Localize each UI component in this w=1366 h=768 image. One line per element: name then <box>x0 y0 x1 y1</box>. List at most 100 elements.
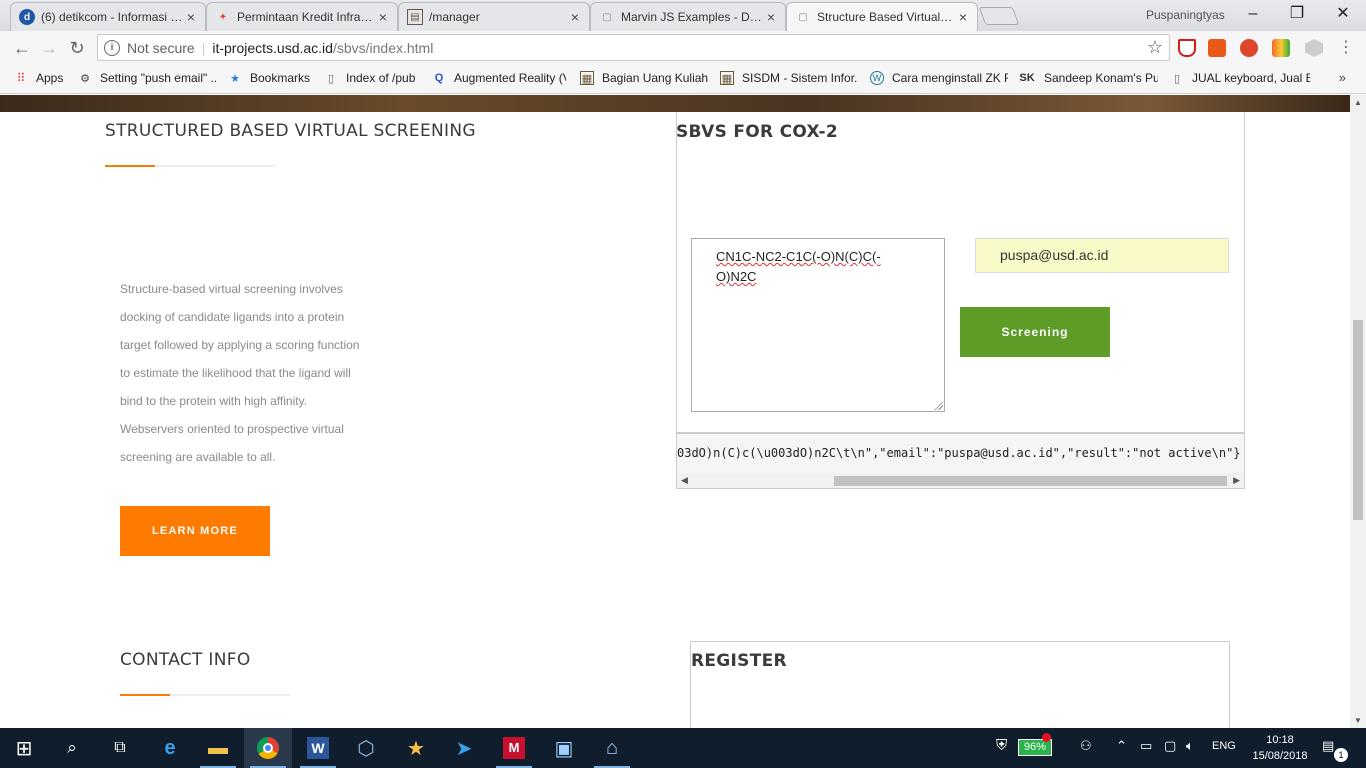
adblock-shield-icon[interactable] <box>1178 39 1196 57</box>
star-app-icon[interactable]: ★ <box>392 728 440 768</box>
tab-title: (6) detikcom - Informasi Berita Terkini <box>41 10 183 24</box>
scrollbar-thumb[interactable] <box>834 476 1227 486</box>
result-output-box: 03dO)n(C)c(\u003dO)n2C\t\n","email":"pus… <box>676 433 1245 489</box>
close-tab-icon[interactable]: × <box>567 9 583 25</box>
edge-icon[interactable]: e <box>146 728 194 768</box>
title-underline-accent <box>105 165 155 167</box>
people-extension-icon[interactable] <box>1240 39 1258 57</box>
url-path: /sbvs/index.html <box>332 39 434 56</box>
bookmark-label: Apps <box>36 71 64 85</box>
sbvs-description: Structure-based virtual screening involv… <box>120 282 360 464</box>
action-center-icon[interactable]: ▤ <box>1322 738 1334 754</box>
sbvs-section-title: STRUCTURED BASED VIRTUAL SCREENING <box>105 121 476 141</box>
show-hidden-icons-chevron-icon[interactable]: ⌃ <box>1116 738 1127 754</box>
v-extension-icon[interactable] <box>1272 39 1290 57</box>
scroll-up-icon[interactable]: ▲ <box>1354 98 1362 107</box>
back-arrow-icon[interactable]: ← <box>10 36 34 60</box>
notification-count-badge: 1 <box>1334 748 1348 762</box>
close-tab-icon[interactable]: × <box>183 9 199 25</box>
windows-start-icon[interactable]: ⊞ <box>0 728 48 768</box>
tab-marvin-js[interactable]: ▢ Marvin JS Examples - Demo × <box>590 2 786 31</box>
reload-icon[interactable]: ↻ <box>65 36 89 60</box>
bookmark-bookmarks[interactable]: ★ Bookmarks <box>228 71 316 85</box>
result-horizontal-scrollbar[interactable]: ◀ ▶ <box>677 473 1244 488</box>
page-viewport: STRUCTURED BASED VIRTUAL SCREENING Struc… <box>0 95 1350 728</box>
scrollbar-thumb[interactable] <box>1353 320 1363 520</box>
windows-taskbar: ⊞ ⌕ ⧉ e ▬ W ⬡ ★ ➤ M ▣ ⌂ ⛨ 96% ⚇ ⌃ ▭ ▢ 🔈︎… <box>0 728 1366 768</box>
image-favicon-icon: ▤ <box>407 9 423 25</box>
office-extension-icon[interactable] <box>1208 39 1226 57</box>
task-view-icon[interactable]: ⧉ <box>96 728 144 768</box>
forward-arrow-icon[interactable]: → <box>37 36 61 60</box>
bookmark-sandeep-konam[interactable]: SK Sandeep Konam's Pu... <box>1018 71 1158 85</box>
volume-icon[interactable]: 🔈︎ <box>1186 738 1194 754</box>
tab-title: /manager <box>429 10 480 24</box>
email-input[interactable]: puspa@usd.ac.id <box>975 238 1229 273</box>
bookmark-apps[interactable]: ⠿ Apps <box>14 71 74 85</box>
learn-more-button[interactable]: LEARN MORE <box>120 506 270 556</box>
mendeley-icon[interactable]: M <box>490 728 538 768</box>
scroll-right-icon[interactable]: ▶ <box>1233 475 1240 486</box>
tab-title: Marvin JS Examples - Demo <box>621 10 763 24</box>
apps-grid-icon: ⠿ <box>16 71 26 85</box>
scroll-down-icon[interactable]: ▼ <box>1354 716 1362 725</box>
url-host: it-projects.usd.ac.id <box>212 39 333 56</box>
address-bar[interactable]: i Not secure | it-projects.usd.ac.id /sb… <box>97 34 1170 61</box>
resize-handle-icon[interactable] <box>934 401 943 410</box>
more-bookmarks-icon[interactable]: » <box>1339 70 1346 85</box>
bookmark-star-icon[interactable]: ☆ <box>1147 37 1163 58</box>
language-indicator[interactable]: ENG <box>1212 740 1236 752</box>
network-app-icon[interactable]: ⌂ <box>588 728 636 768</box>
star-icon: ★ <box>230 72 240 85</box>
bookmark-jual-keyboard[interactable]: ▯ JUAL keyboard, Jual E... <box>1170 71 1310 85</box>
screening-button[interactable]: Screening <box>960 307 1110 357</box>
system-clock[interactable]: 10:18 15/08/2018 <box>1250 732 1310 764</box>
search-icon[interactable]: ⌕ <box>48 728 96 768</box>
hexagon-extension-icon[interactable] <box>1305 39 1323 57</box>
bookmark-cara-menginstall[interactable]: W Cara menginstall ZK F... <box>870 71 1008 85</box>
tab-manager[interactable]: ▤ /manager × <box>398 2 590 31</box>
defender-shield-icon[interactable]: ⛨ <box>996 737 1007 754</box>
page-vertical-scrollbar[interactable]: ▲ ▼ <box>1350 95 1366 728</box>
menu-kebab-icon[interactable]: ⋮ <box>1334 36 1358 60</box>
detik-favicon-icon: d <box>19 9 35 25</box>
close-tab-icon[interactable]: × <box>763 9 779 25</box>
remote-desktop-icon[interactable]: ▣ <box>540 728 588 768</box>
bookmark-bagian-uang-kuliah[interactable]: ▦ Bagian Uang Kuliah <box>580 71 712 85</box>
bookmarks-bar: ⠿ Apps ⚙ Setting "push email" ... ★ Book… <box>0 64 1366 94</box>
close-window-icon[interactable]: ✕ <box>1332 4 1354 24</box>
people-icon[interactable]: ⚇ <box>1080 738 1092 754</box>
bookmark-label: Setting "push email" ... <box>100 71 216 85</box>
tab-sbvs-active[interactable]: ▢ Structure Based Virtual Screening × <box>786 2 978 31</box>
word-logo: W <box>307 737 329 759</box>
wordpress-icon: W <box>870 71 884 85</box>
smiles-textarea[interactable]: CN1C-NC2-C1C(-O)N(C)C(-O)N2C <box>691 238 945 412</box>
bookmark-label: Index of /pub <box>346 71 416 85</box>
minimize-icon[interactable]: – <box>1242 4 1264 24</box>
network-icon[interactable]: ▢ <box>1164 738 1176 754</box>
browser-tab-strip: d (6) detikcom - Informasi Berita Terkin… <box>0 0 1366 31</box>
bookmark-augmented-reality[interactable]: Q Augmented Reality (V... <box>432 71 566 85</box>
dolphin-app-icon[interactable]: ➤ <box>440 728 488 768</box>
tab-detikcom[interactable]: d (6) detikcom - Informasi Berita Terkin… <box>10 2 206 31</box>
word-icon[interactable]: W <box>294 728 342 768</box>
battery-tray-icon[interactable]: ▭ <box>1140 738 1152 754</box>
virtualbox-icon[interactable]: ⬡ <box>342 728 390 768</box>
new-tab-button[interactable] <box>978 7 1020 25</box>
register-title: REGISTER <box>691 651 787 671</box>
close-tab-icon[interactable]: × <box>375 9 391 25</box>
restore-icon[interactable]: ❐ <box>1286 4 1308 24</box>
bookmark-index-of-pub[interactable]: ▯ Index of /pub <box>324 71 424 85</box>
file-explorer-icon[interactable]: ▬ <box>194 728 242 768</box>
bookmark-sisdm[interactable]: ▦ SISDM - Sistem Infor... <box>720 71 858 85</box>
tab-permintaan-kredit[interactable]: ✦ Permintaan Kredit Infrastruktur × <box>206 2 398 31</box>
scroll-left-icon[interactable]: ◀ <box>681 475 688 486</box>
info-icon[interactable]: i <box>104 39 120 56</box>
profile-name[interactable]: Puspaningtyas <box>1146 8 1225 22</box>
chrome-icon[interactable] <box>244 728 292 768</box>
bookmark-setting-push-email[interactable]: ⚙ Setting "push email" ... <box>78 71 216 85</box>
clock-time: 10:18 <box>1266 734 1294 746</box>
bookmark-label: Cara menginstall ZK F... <box>892 71 1008 85</box>
smiles-value: CN1C-NC2-C1C(-O)N(C)C(-O)N2C <box>716 249 881 284</box>
close-tab-icon[interactable]: × <box>955 9 971 25</box>
